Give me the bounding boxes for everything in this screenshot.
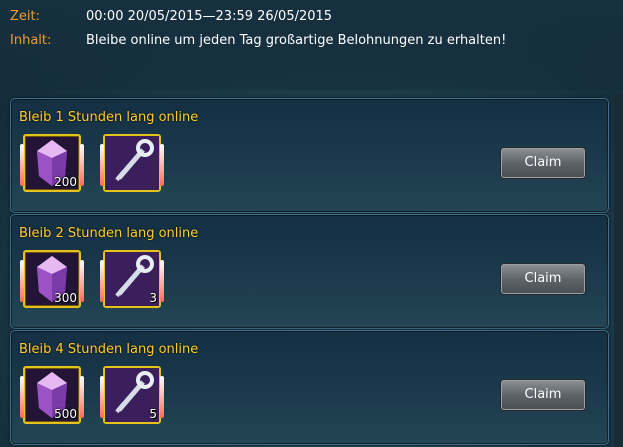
scrollbar[interactable] xyxy=(614,95,623,447)
item-count: 3 xyxy=(149,291,157,305)
item-count: 200 xyxy=(54,175,77,189)
claim-button[interactable]: Claim xyxy=(501,380,585,410)
item-count: 5 xyxy=(149,407,157,421)
reward-panel-2: Bleib 2 Stunden lang online 300 3 Claim xyxy=(10,214,609,329)
reward-title: Bleib 2 Stunden lang online xyxy=(19,226,199,241)
content-row: Inhalt: Bleibe online um jeden Tag großar… xyxy=(10,33,506,48)
key-item-slot[interactable]: 5 xyxy=(100,366,164,424)
content-value: Bleibe online um jeden Tag großartige Be… xyxy=(86,33,507,48)
reward-panel-3: Bleib 4 Stunden lang online 500 5 Claim xyxy=(10,330,609,445)
reward-title: Bleib 4 Stunden lang online xyxy=(19,342,199,357)
claim-button[interactable]: Claim xyxy=(501,148,585,178)
key-item-slot[interactable]: 3 xyxy=(100,250,164,308)
claim-button[interactable]: Claim xyxy=(501,264,585,294)
crystal-item-slot[interactable]: 200 xyxy=(20,134,84,192)
time-label: Zeit: xyxy=(10,9,40,24)
time-row: Zeit: 00:00 20/05/2015—23:59 26/05/2015 xyxy=(10,9,332,24)
item-count: 500 xyxy=(54,407,77,421)
event-header: Zeit: 00:00 20/05/2015—23:59 26/05/2015 I… xyxy=(0,0,623,90)
item-count: 300 xyxy=(54,291,77,305)
content-label: Inhalt: xyxy=(10,33,52,48)
reward-panel-1: Bleib 1 Stunden lang online 200 Claim xyxy=(10,98,609,213)
reward-title: Bleib 1 Stunden lang online xyxy=(19,110,199,125)
crystal-item-slot[interactable]: 300 xyxy=(20,250,84,308)
key-item-slot[interactable] xyxy=(100,134,164,192)
time-value: 00:00 20/05/2015—23:59 26/05/2015 xyxy=(86,9,333,24)
crystal-item-slot[interactable]: 500 xyxy=(20,366,84,424)
silver-key-icon xyxy=(105,136,159,190)
